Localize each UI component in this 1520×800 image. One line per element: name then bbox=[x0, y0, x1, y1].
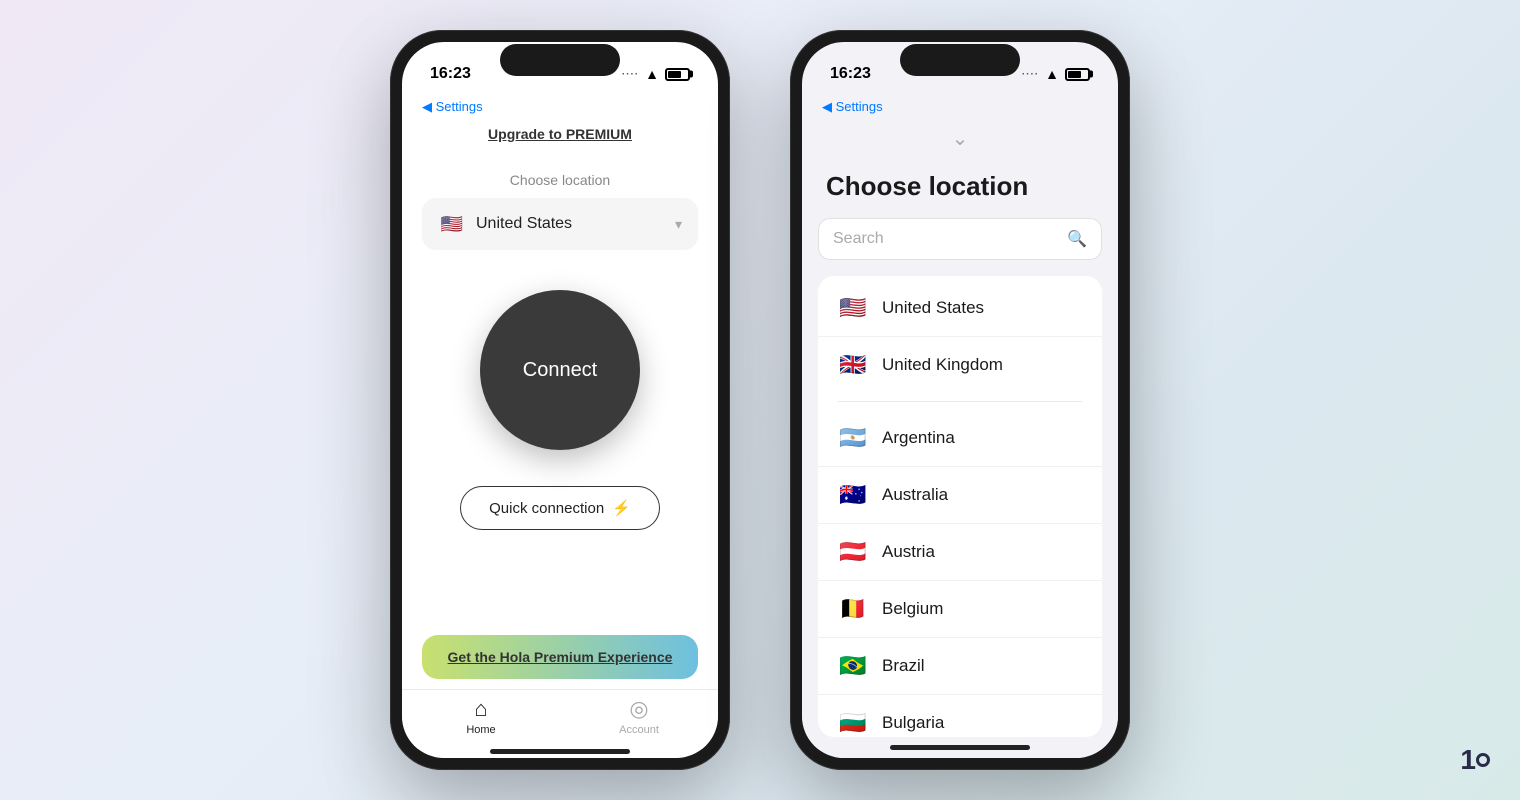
country-name-brazil: Brazil bbox=[882, 656, 925, 676]
battery-icon-2 bbox=[1065, 68, 1090, 81]
upgrade-banner[interactable]: Upgrade to PREMIUM bbox=[488, 126, 632, 142]
status-icons-1: ···· ▲ bbox=[622, 66, 690, 82]
settings-back-label-2: Settings bbox=[836, 99, 883, 114]
tab-account[interactable]: ◎ Account bbox=[560, 696, 718, 736]
quick-connection-text: Quick connection bbox=[489, 500, 604, 517]
country-item-australia[interactable]: 🇦🇺 Australia bbox=[818, 467, 1102, 524]
flag-argentina: 🇦🇷 bbox=[838, 423, 868, 453]
back-arrow-1: ◀ bbox=[422, 99, 436, 114]
watermark-number: 1 bbox=[1460, 744, 1476, 776]
back-arrow-2: ◀ bbox=[822, 99, 836, 114]
country-item-uk[interactable]: 🇬🇧 United Kingdom bbox=[818, 337, 1102, 393]
tab-account-label: Account bbox=[619, 724, 659, 736]
connect-label: Connect bbox=[523, 359, 598, 382]
settings-back-label-1: Settings bbox=[436, 99, 483, 114]
dynamic-island-2 bbox=[900, 44, 1020, 76]
flag-austria: 🇦🇹 bbox=[838, 537, 868, 567]
country-name-argentina: Argentina bbox=[882, 428, 955, 448]
country-list: 🇺🇸 United States 🇬🇧 United Kingdom 🇦🇷 bbox=[818, 276, 1102, 737]
choose-location-title: Choose location bbox=[802, 161, 1118, 218]
phones-container: 16:23 ···· ▲ ◀ Settings Upgrade to PR bbox=[390, 30, 1130, 770]
country-name-us: United States bbox=[882, 298, 984, 318]
flag-uk: 🇬🇧 bbox=[838, 350, 868, 380]
quick-connection-button[interactable]: Quick connection ⚡ bbox=[460, 486, 660, 530]
country-item-bulgaria[interactable]: 🇧🇬 Bulgaria bbox=[818, 695, 1102, 737]
flag-australia: 🇦🇺 bbox=[838, 480, 868, 510]
search-bar[interactable]: Search 🔍 bbox=[818, 218, 1102, 260]
account-icon: ◎ bbox=[629, 696, 648, 722]
phone2-main-content: Choose location Search 🔍 🇺🇸 United State… bbox=[802, 161, 1118, 758]
phone2-screen: 16:23 ···· ▲ ◀ Settings ⌄ bbox=[802, 42, 1118, 758]
country-name-belgium: Belgium bbox=[882, 599, 943, 619]
section-divider bbox=[838, 401, 1082, 402]
phone1: 16:23 ···· ▲ ◀ Settings Upgrade to PR bbox=[390, 30, 730, 770]
search-placeholder-text: Search bbox=[833, 230, 1059, 248]
dropdown-chevron: ▾ bbox=[675, 216, 682, 233]
connect-button[interactable]: Connect bbox=[480, 290, 640, 450]
settings-back-1[interactable]: ◀ Settings bbox=[402, 96, 718, 116]
tab-home-label: Home bbox=[466, 724, 495, 736]
premium-experience-banner[interactable]: Get the Hola Premium Experience bbox=[422, 635, 698, 679]
premium-banner-link: Premium bbox=[534, 649, 594, 665]
country-name-austria: Austria bbox=[882, 542, 935, 562]
country-item-austria[interactable]: 🇦🇹 Austria bbox=[818, 524, 1102, 581]
country-item-argentina[interactable]: 🇦🇷 Argentina bbox=[818, 410, 1102, 467]
settings-back-2[interactable]: ◀ Settings bbox=[802, 96, 1118, 116]
phone1-main-content: Upgrade to PREMIUM Choose location 🇺🇸 Un… bbox=[402, 116, 718, 689]
upgrade-text: Upgrade to bbox=[488, 126, 566, 142]
selected-flag: 🇺🇸 bbox=[438, 210, 466, 238]
phone1-screen: 16:23 ···· ▲ ◀ Settings Upgrade to PR bbox=[402, 42, 718, 758]
wifi-icon-2: ▲ bbox=[1045, 66, 1059, 82]
status-time-2: 16:23 bbox=[830, 65, 871, 83]
home-indicator-2 bbox=[890, 745, 1030, 750]
flag-bulgaria: 🇧🇬 bbox=[838, 708, 868, 737]
tab-home[interactable]: ⌂ Home bbox=[402, 696, 560, 736]
country-name-bulgaria: Bulgaria bbox=[882, 713, 944, 733]
selected-country-name: United States bbox=[476, 215, 572, 233]
flash-icon: ⚡ bbox=[612, 499, 631, 517]
flag-us: 🇺🇸 bbox=[838, 293, 868, 323]
location-dropdown[interactable]: 🇺🇸 United States ▾ bbox=[422, 198, 698, 250]
featured-countries-section: 🇺🇸 United States 🇬🇧 United Kingdom bbox=[818, 276, 1102, 397]
status-time-1: 16:23 bbox=[430, 65, 471, 83]
flag-belgium: 🇧🇪 bbox=[838, 594, 868, 624]
search-icon[interactable]: 🔍 bbox=[1067, 229, 1087, 249]
watermark: 1 bbox=[1460, 744, 1490, 776]
country-item-brazil[interactable]: 🇧🇷 Brazil bbox=[818, 638, 1102, 695]
premium-banner-suffix: Experience bbox=[594, 649, 673, 665]
watermark-circle bbox=[1476, 753, 1490, 767]
country-item-us[interactable]: 🇺🇸 United States bbox=[818, 280, 1102, 337]
signal-dots-2: ···· bbox=[1022, 69, 1039, 80]
handle-chevron: ⌄ bbox=[952, 128, 969, 150]
upgrade-link: PREMIUM bbox=[566, 126, 632, 142]
status-icons-2: ···· ▲ bbox=[1022, 66, 1090, 82]
battery-icon-1 bbox=[665, 68, 690, 81]
country-name-uk: United Kingdom bbox=[882, 355, 1003, 375]
signal-dots-1: ···· bbox=[622, 69, 639, 80]
choose-location-label: Choose location bbox=[510, 172, 610, 188]
premium-banner-text: Get the Hola bbox=[448, 649, 534, 665]
home-icon: ⌂ bbox=[474, 696, 487, 722]
tab-bar: ⌂ Home ◎ Account bbox=[402, 689, 718, 749]
phone2: 16:23 ···· ▲ ◀ Settings ⌄ bbox=[790, 30, 1130, 770]
country-name-australia: Australia bbox=[882, 485, 948, 505]
flag-brazil: 🇧🇷 bbox=[838, 651, 868, 681]
wifi-icon-1: ▲ bbox=[645, 66, 659, 82]
location-left: 🇺🇸 United States bbox=[438, 210, 572, 238]
all-countries-section: 🇦🇷 Argentina 🇦🇺 Australia 🇦🇹 Austria bbox=[818, 406, 1102, 737]
home-indicator-1 bbox=[490, 749, 630, 754]
country-item-belgium[interactable]: 🇧🇪 Belgium bbox=[818, 581, 1102, 638]
dynamic-island bbox=[500, 44, 620, 76]
dropdown-handle[interactable]: ⌄ bbox=[802, 116, 1118, 161]
